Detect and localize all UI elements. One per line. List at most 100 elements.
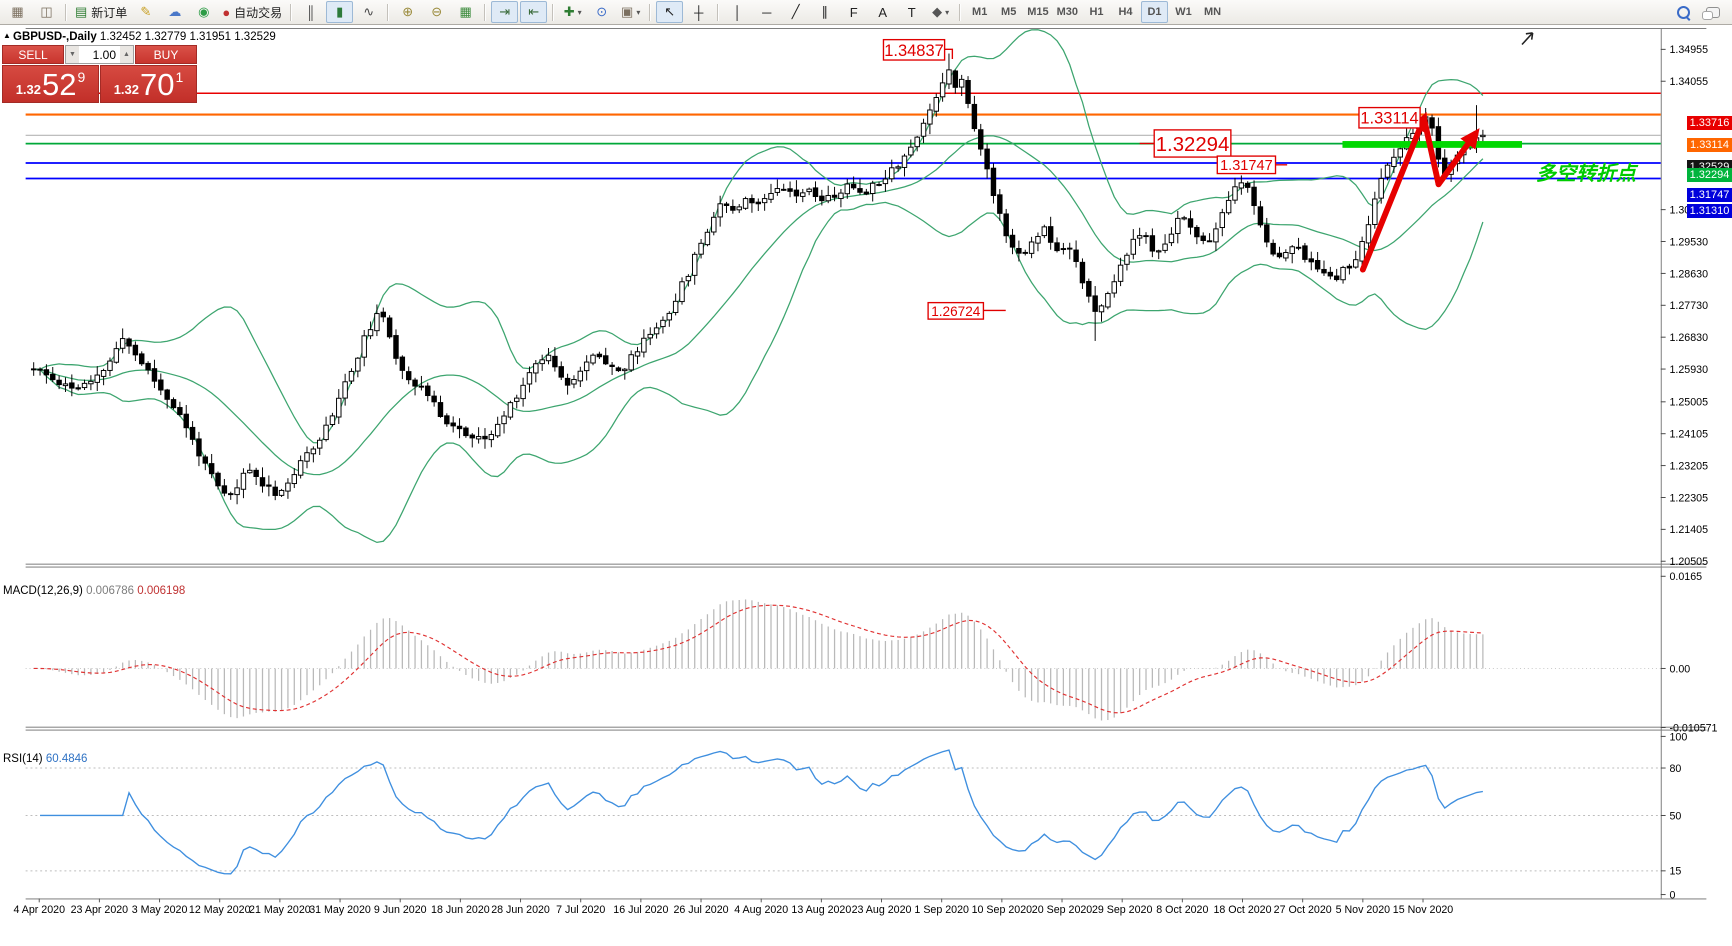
zoom-out-button[interactable]: ⊖	[423, 1, 450, 23]
buy-price-prefix: 1.32	[114, 82, 139, 97]
chart-symbol-header: GBPUSD-,Daily 1.32452 1.32779 1.31951 1.…	[13, 31, 276, 43]
buy-price-button[interactable]: 1.32 70 1	[100, 65, 197, 103]
cursor-button[interactable]: ↖	[656, 1, 683, 23]
chat-button[interactable]	[1699, 1, 1726, 23]
timeframe-m30-button[interactable]: M30	[1054, 1, 1081, 23]
timeframe-m15-button[interactable]: M15	[1024, 1, 1051, 23]
price-axis-label: 1.25930	[1669, 364, 1708, 376]
equidistant-channel-icon: ∥	[821, 4, 828, 20]
signals-button[interactable]: ◉	[190, 1, 217, 23]
date-axis-label: 26 Jul 2020	[673, 904, 728, 916]
new-chart-icon: ▦	[11, 4, 23, 20]
mt4-application-window: ▦ ◫ ▤新订单 ✎ ☁ ◉ ●自动交易 ║ ▮ ∿ ⊕⊖ ▦ ⇥ ⇤ ✚▾ ⊙ ▣▾ ↖┼ │ ─ ╱ ∥ FAT◆▾ M1…	[0, 0, 1732, 946]
price-axis-label: 1.22305	[1669, 492, 1708, 504]
bar-chart-button[interactable]: ║	[297, 1, 324, 23]
timeframe-m5-button[interactable]: M5	[995, 1, 1022, 23]
bull-bear-turning-point-note[interactable]: 多空转折点	[1536, 157, 1636, 186]
rsi-value: 60.4846	[46, 753, 88, 765]
crosshair-button[interactable]: ┼	[685, 1, 712, 23]
date-axis-label: 15 Nov 2020	[1393, 904, 1454, 916]
line-chart-button[interactable]: ∿	[355, 1, 382, 23]
buy-button[interactable]: BUY	[135, 45, 197, 64]
price-axis-label: 1.34055	[1669, 76, 1708, 88]
candlestick-chart-button[interactable]: ▮	[326, 1, 353, 23]
tile-windows-icon: ▦	[460, 4, 472, 20]
text-button[interactable]: A	[869, 1, 896, 23]
one-click-panel-toggle[interactable]: ▲	[3, 31, 11, 40]
toolbar-separator	[65, 4, 67, 21]
signals-icon: ◉	[198, 4, 209, 20]
date-axis-label: 3 May 2020	[132, 904, 188, 916]
svg-text:1.33114: 1.33114	[1360, 110, 1418, 128]
trendline-button[interactable]: ╱	[782, 1, 809, 23]
volume-down-button[interactable]: ▼	[66, 46, 79, 63]
price-axis-label: 1.24105	[1669, 429, 1708, 441]
sell-price-pip: 9	[78, 69, 86, 85]
timeframe-m1-button[interactable]: M1	[966, 1, 993, 23]
buy-price-pip: 1	[176, 69, 184, 85]
price-annotation[interactable]: 1.26724	[928, 303, 1006, 319]
sell-button[interactable]: SELL	[2, 45, 64, 64]
trendline-icon: ╱	[792, 4, 800, 20]
profiles-icon: ◫	[40, 4, 52, 20]
timeframe-d1-button[interactable]: D1	[1141, 1, 1168, 23]
price-annotation[interactable]: 1.33114	[1359, 108, 1427, 128]
search-button[interactable]	[1670, 1, 1697, 23]
horizontal-line-button[interactable]: ─	[753, 1, 780, 23]
price-axis-label: 1.27730	[1669, 300, 1708, 312]
rsi-axis-label: 80	[1669, 763, 1681, 775]
auto-trading-button[interactable]: ●自动交易	[219, 1, 285, 23]
tile-windows-button[interactable]: ▦	[452, 1, 479, 23]
vertical-line-icon: │	[734, 5, 742, 20]
templates-button[interactable]: ▣▾	[617, 1, 644, 23]
rsi-axis-label: 15	[1669, 866, 1681, 878]
price-axis-label: 1.25005	[1669, 397, 1708, 409]
timeframe-h1-button[interactable]: H1	[1083, 1, 1110, 23]
periods-icon: ⊙	[596, 4, 607, 20]
date-axis-label: 29 Sep 2020	[1092, 904, 1153, 916]
vertical-line-button[interactable]: │	[724, 1, 751, 23]
macd-axis-label: 0.00	[1669, 663, 1690, 675]
timeframe-mn-button[interactable]: MN	[1199, 1, 1226, 23]
history-center-icon: ✎	[140, 4, 151, 20]
fibonacci-button[interactable]: F	[840, 1, 867, 23]
price-axis-label: 1.28630	[1669, 268, 1708, 280]
svg-text:1.34837: 1.34837	[884, 42, 944, 60]
svg-text:1.31747: 1.31747	[1220, 158, 1273, 174]
volume-input[interactable]: 1.00	[79, 46, 120, 63]
price-annotation[interactable]: 1.34837	[883, 40, 952, 60]
new-chart-button[interactable]: ▦	[4, 1, 31, 23]
equidistant-channel-button[interactable]: ∥	[811, 1, 838, 23]
rsi-panel	[40, 750, 1483, 874]
templates-icon: ▣	[621, 4, 633, 20]
shapes-icon: ◆	[932, 4, 942, 20]
date-axis-label: 18 Oct 2020	[1213, 904, 1271, 916]
indicators-button[interactable]: ✚▾	[559, 1, 586, 23]
chart-shift-button[interactable]: ⇤	[520, 1, 547, 23]
text-label-button[interactable]: T	[898, 1, 925, 23]
zoom-in-button[interactable]: ⊕	[394, 1, 421, 23]
chart-shift-icon: ⇤	[528, 4, 539, 20]
rsi-axis-label: 50	[1669, 810, 1681, 822]
date-axis-label: 21 May 2020	[249, 904, 311, 916]
volume-up-button[interactable]: ▲	[120, 46, 133, 63]
toolbar-separator	[717, 4, 719, 21]
timeframe-w1-button[interactable]: W1	[1170, 1, 1197, 23]
profiles-button[interactable]: ◫	[33, 1, 60, 23]
toolbar-separator	[649, 4, 651, 21]
chart-canvas[interactable]: 1.349551.340551.304301.295301.286301.277…	[0, 28, 1732, 946]
price-axis-label: 1.26830	[1669, 332, 1708, 344]
trend-arrow-up-1[interactable]	[1363, 118, 1424, 269]
shapes-button[interactable]: ◆▾	[927, 1, 954, 23]
history-center-button[interactable]: ✎	[132, 1, 159, 23]
timeframe-h4-button[interactable]: H4	[1112, 1, 1139, 23]
community-button[interactable]: ☁	[161, 1, 188, 23]
sell-price-button[interactable]: 1.32 52 9	[2, 65, 99, 103]
new-order-button[interactable]: ▤新订单	[72, 1, 130, 23]
periods-button[interactable]: ⊙	[588, 1, 615, 23]
price-annotation[interactable]: 1.31747	[1217, 156, 1287, 174]
price-annotation[interactable]: 1.32294	[1140, 130, 1231, 157]
candlestick-chart-icon: ▮	[336, 4, 343, 20]
drawn-objects[interactable]: 1.34837 1.33114 1.322941.31747 1.26724	[883, 33, 1532, 319]
auto-scroll-button[interactable]: ⇥	[491, 1, 518, 23]
